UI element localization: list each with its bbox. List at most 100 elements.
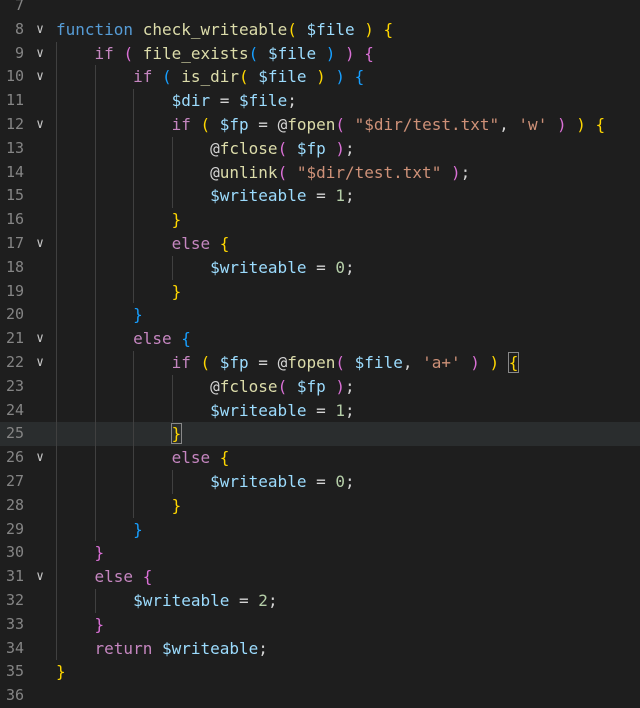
code-line[interactable]: 23 @fclose( $fp ); [0,374,640,399]
code-token: 1 [335,186,345,206]
code-line[interactable]: 25 } [0,422,640,447]
code-line[interactable]: 36 [0,684,640,708]
code-token: $dir [171,91,211,111]
line-number: 10 [5,67,24,86]
code-line[interactable]: 32 $writeable = 2; [0,589,640,613]
code-token: else [133,329,182,349]
line-number: 20 [5,305,24,324]
line-number: 33 [5,614,24,633]
fold-chevron-icon[interactable]: ∨ [33,18,47,42]
fold-chevron-icon[interactable]: ∨ [33,113,47,137]
line-number: 12 [5,115,24,133]
code-text: $writeable = 1; [56,399,355,423]
code-token: = [229,591,259,610]
line-number: 35 [5,662,24,681]
line-number: 29 [5,519,24,538]
code-line[interactable]: 24 $writeable = 1; [0,398,640,423]
code-token: ) [325,67,345,87]
code-line[interactable]: 14 @unlink( "$dir/test.txt" ); [0,160,640,185]
code-text: } [56,303,143,327]
code-token: { [219,448,230,468]
line-number: 9 [14,43,24,62]
code-line[interactable]: 34 return $writeable; [0,636,640,661]
code-line[interactable]: 27 $writeable = 0; [0,470,640,494]
code-line[interactable]: 9 ∨ if ( file_exists( $file ) ) { [0,41,640,66]
code-line[interactable]: 18 $writeable = 0; [0,255,640,280]
code-token: ) [325,376,345,396]
line-number: 22 [5,353,24,371]
code-line[interactable]: 28 } [0,493,640,518]
code-line[interactable]: 15 $writeable = 1; [0,184,640,209]
code-token: $writeable [210,186,307,206]
fold-chevron-icon[interactable]: ∨ [33,65,47,89]
code-token: ) [566,115,586,134]
code-line[interactable]: 26 ∨ else { [0,446,640,470]
code-token: ) [335,43,355,63]
code-line[interactable]: 33 } [0,612,640,637]
code-token: $writeable [133,591,230,610]
code-line[interactable]: 29 } [0,517,640,542]
code-token: @ [210,162,220,182]
code-token: ; [345,138,355,158]
code-token: ) [306,67,326,87]
code-token: ; [345,472,355,491]
line-number: 8 [14,19,24,38]
code-line[interactable]: 10 ∨ if ( is_dir( $file ) ) { [0,65,640,90]
code-token: if [94,43,124,63]
code-text: } [56,422,183,446]
code-line[interactable]: 19 } [0,279,640,304]
code-text: $writeable = 0; [56,470,355,494]
code-token: $writeable [161,638,259,658]
code-line[interactable]: 7 [0,0,640,18]
code-line[interactable]: 11 $dir = $file; [0,89,640,113]
code-text: } [56,208,182,232]
code-text: $dir = $file; [56,89,297,113]
fold-chevron-icon[interactable]: ∨ [33,446,47,470]
fold-chevron-icon[interactable]: ∨ [33,327,47,351]
code-line[interactable]: 21 ∨ else { [0,327,640,351]
code-line[interactable]: 30 } [0,541,640,566]
code-text: if ( file_exists( $file ) ) { [56,42,374,66]
code-line[interactable]: 8 ∨ function check_writeable( $file ) { [0,18,640,42]
code-token: else [171,234,220,253]
fold-chevron-icon[interactable]: ∨ [33,565,47,589]
line-number: 21 [5,329,24,348]
code-line[interactable]: 17 ∨ else { [0,232,640,256]
fold-chevron-icon[interactable]: ∨ [33,232,47,256]
code-token: ) [441,162,461,182]
code-editor[interactable]: 7 8 ∨ function check_writeable( $file ) {9 ∨… [0,0,640,704]
line-number: 26 [5,448,24,467]
code-token: ; [287,91,297,111]
code-line[interactable]: 22 ∨ if ( $fp = @fopen( $file, 'a+' ) ) { [0,351,640,375]
line-number: 30 [5,543,24,562]
code-token: else [171,448,220,468]
code-text: if ( $fp = @fopen( "$dir/test.txt", 'w' … [56,113,606,137]
code-token: 'a+' [422,353,461,372]
line-number: 28 [5,495,24,514]
fold-chevron-icon[interactable]: ∨ [33,351,47,375]
code-token: } [171,210,182,230]
code-token: $file [267,43,317,63]
line-number: 27 [5,472,24,490]
code-line[interactable]: 12 ∨ if ( $fp = @fopen( "$dir/test.txt", … [0,113,640,137]
code-line[interactable]: 35} [0,660,640,684]
code-token: 0 [335,472,345,491]
code-token: if [171,115,201,134]
code-line[interactable]: 20 } [0,303,640,328]
code-token: , [402,353,423,372]
code-token: $fp [296,138,326,158]
code-token: ) [354,19,374,39]
code-token: "$dir/test.txt" [296,162,442,182]
code-line[interactable]: 13 @fclose( $fp ); [0,136,640,161]
code-token: ( [287,19,307,39]
code-line[interactable]: 16 } [0,208,640,232]
code-token: { [383,19,394,39]
fold-chevron-icon[interactable]: ∨ [33,42,47,66]
code-text: return $writeable; [56,637,268,661]
code-line[interactable]: 31 ∨ else { [0,565,640,589]
code-token: $fp [219,115,249,134]
code-token: "$dir/test.txt" [354,115,500,134]
code-token: $file [306,19,355,39]
